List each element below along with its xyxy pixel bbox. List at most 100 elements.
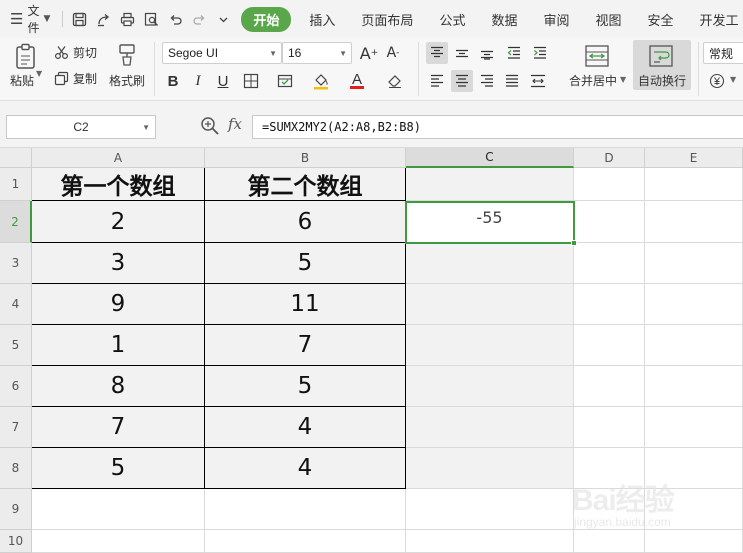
cell-c10[interactable]	[406, 530, 574, 553]
cell-d10[interactable]	[574, 530, 645, 553]
print-preview-icon[interactable]	[139, 7, 163, 31]
cell-b5[interactable]: 7	[205, 325, 406, 366]
cell-c9[interactable]	[406, 489, 574, 530]
save-icon[interactable]	[67, 7, 91, 31]
currency-icon[interactable]	[706, 70, 728, 92]
cell-e10[interactable]	[645, 530, 743, 553]
cell-a2[interactable]: 2	[32, 201, 205, 243]
decrease-indent-icon[interactable]	[503, 42, 525, 64]
cell-a3[interactable]: 3	[32, 243, 205, 284]
cell-c7[interactable]	[406, 407, 574, 448]
row-header-6[interactable]: 6	[0, 366, 32, 407]
cell-a6[interactable]: 8	[32, 366, 205, 407]
fill-handle[interactable]	[571, 240, 577, 246]
cell-d5[interactable]	[574, 325, 645, 366]
formula-input[interactable]: =SUMX2MY2(A2:A8,B2:B8)	[252, 115, 743, 139]
cell-b7[interactable]: 4	[205, 407, 406, 448]
cell-e2[interactable]	[645, 201, 743, 243]
cell-e8[interactable]	[645, 448, 743, 489]
merge-center-button[interactable]	[584, 44, 610, 68]
print-icon[interactable]	[115, 7, 139, 31]
cell-e7[interactable]	[645, 407, 743, 448]
cell-d9[interactable]	[574, 489, 645, 530]
cell-b8[interactable]: 4	[205, 448, 406, 489]
cell-e1[interactable]	[645, 168, 743, 201]
tab-page-layout[interactable]: 页面布局	[361, 7, 413, 32]
row-header-7[interactable]: 7	[0, 407, 32, 448]
cell-d4[interactable]	[574, 284, 645, 325]
cell-e9[interactable]	[645, 489, 743, 530]
align-top-icon[interactable]	[426, 42, 448, 64]
cell-b4[interactable]: 11	[205, 284, 406, 325]
redo-icon[interactable]	[187, 7, 211, 31]
font-size-select[interactable]: 16 ▼	[282, 42, 352, 64]
cell-e3[interactable]	[645, 243, 743, 284]
tab-view[interactable]: 视图	[595, 7, 621, 32]
zoom-search-icon[interactable]	[200, 116, 220, 136]
cell-c3[interactable]	[406, 243, 574, 284]
customize-dropdown-icon[interactable]	[211, 7, 235, 31]
font-name-select[interactable]: Segoe UI ▼	[162, 42, 282, 64]
underline-icon[interactable]: U	[212, 70, 234, 92]
tab-developer[interactable]: 开发工	[700, 7, 739, 32]
fill-color-icon[interactable]	[310, 70, 332, 92]
cell-e6[interactable]	[645, 366, 743, 407]
align-left-icon[interactable]	[426, 70, 448, 92]
row-header-8[interactable]: 8	[0, 448, 32, 489]
row-header-3[interactable]: 3	[0, 243, 32, 284]
row-header-2[interactable]: 2	[0, 201, 32, 243]
row-header-10[interactable]: 10	[0, 530, 32, 553]
cell-b2[interactable]: 6	[205, 201, 406, 243]
italic-icon[interactable]: I	[187, 70, 209, 92]
format-painter-button[interactable]	[116, 43, 138, 67]
cell-a7[interactable]: 7	[32, 407, 205, 448]
currency-dropdown-icon[interactable]: ▼	[730, 75, 736, 84]
tab-insert[interactable]: 插入	[309, 7, 335, 32]
font-color-icon[interactable]: A	[346, 70, 368, 92]
paste-button[interactable]	[14, 43, 38, 71]
insert-function-icon[interactable]: fx	[228, 115, 242, 133]
cell-c8[interactable]	[406, 448, 574, 489]
export-icon[interactable]	[91, 7, 115, 31]
tab-security[interactable]: 安全	[648, 7, 674, 32]
cell-e5[interactable]	[645, 325, 743, 366]
cell-b6[interactable]: 5	[205, 366, 406, 407]
distributed-icon[interactable]	[527, 70, 549, 92]
cell-style-icon[interactable]	[274, 70, 296, 92]
cell-b10[interactable]	[205, 530, 406, 553]
cell-a5[interactable]: 1	[32, 325, 205, 366]
tab-review[interactable]: 审阅	[543, 7, 569, 32]
decrease-font-icon[interactable]: A-	[382, 42, 404, 64]
cell-c5[interactable]	[406, 325, 574, 366]
cell-a8[interactable]: 5	[32, 448, 205, 489]
paste-dropdown-icon[interactable]: ▼	[36, 69, 42, 78]
increase-indent-icon[interactable]	[529, 42, 551, 64]
borders-icon[interactable]	[240, 70, 262, 92]
cell-d7[interactable]	[574, 407, 645, 448]
cut-button[interactable]: 剪切	[54, 44, 97, 61]
row-header-1[interactable]: 1	[0, 168, 32, 201]
file-menu[interactable]: ☰ 文件 ▼	[10, 4, 50, 35]
row-header-5[interactable]: 5	[0, 325, 32, 366]
cell-b3[interactable]: 5	[205, 243, 406, 284]
cell-c1[interactable]	[406, 168, 574, 201]
column-header-a[interactable]: A	[32, 148, 205, 168]
cell-a1[interactable]: 第一个数组	[32, 168, 205, 201]
cell-d6[interactable]	[574, 366, 645, 407]
cell-a10[interactable]	[32, 530, 205, 553]
column-header-b[interactable]: B	[205, 148, 406, 168]
cell-d8[interactable]	[574, 448, 645, 489]
tab-home[interactable]: 开始	[241, 6, 292, 32]
align-bottom-icon[interactable]	[476, 42, 498, 64]
align-center-icon[interactable]	[451, 70, 473, 92]
cell-a4[interactable]: 9	[32, 284, 205, 325]
undo-icon[interactable]	[163, 7, 187, 31]
row-header-4[interactable]: 4	[0, 284, 32, 325]
align-right-icon[interactable]	[476, 70, 498, 92]
merge-dropdown-icon[interactable]: ▼	[620, 75, 626, 84]
justify-icon[interactable]	[501, 70, 523, 92]
column-header-d[interactable]: D	[574, 148, 645, 168]
cell-d1[interactable]	[574, 168, 645, 201]
cell-d3[interactable]	[574, 243, 645, 284]
cell-b1[interactable]: 第二个数组	[205, 168, 406, 201]
